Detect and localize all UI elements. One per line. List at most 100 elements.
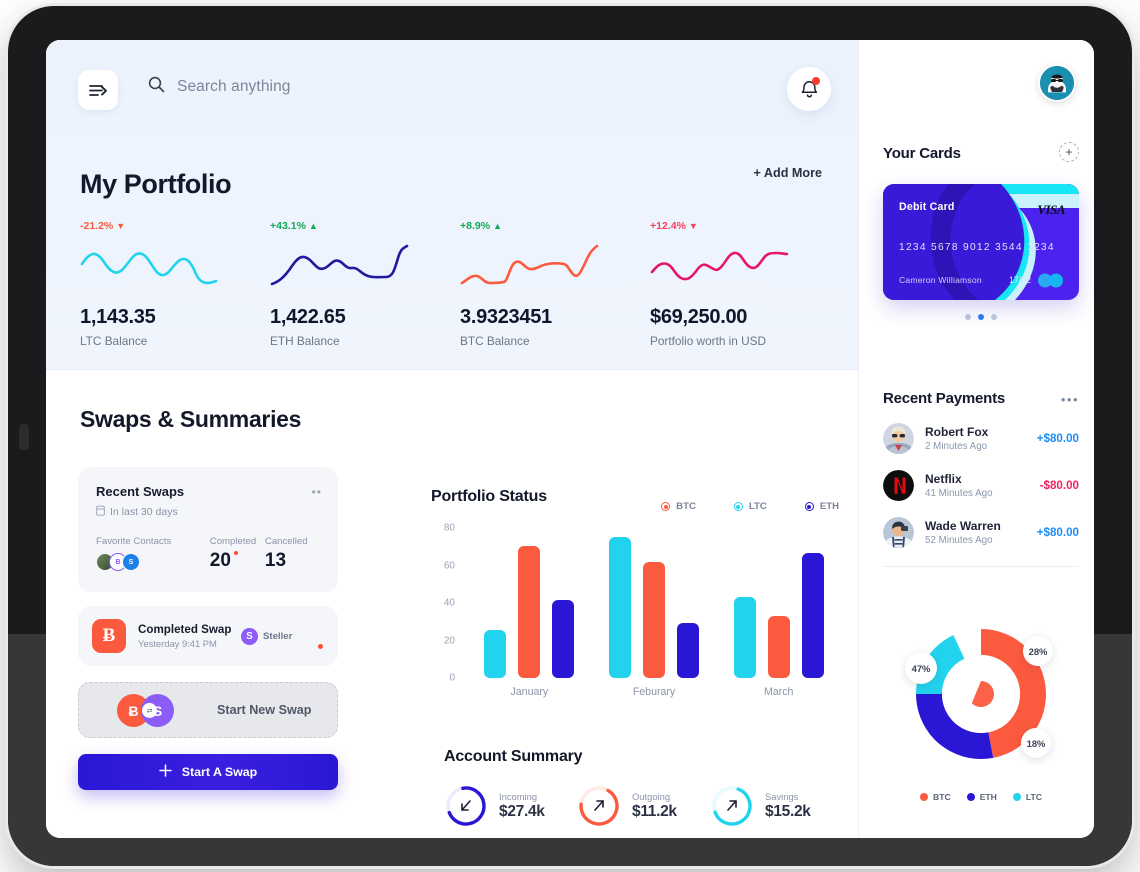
carousel-dot[interactable] <box>991 314 997 320</box>
recent-payments-title: Recent Payments <box>883 390 1006 407</box>
chart-plot-area: 80 60 40 20 0 January Feburary March <box>431 523 841 708</box>
y-tick: 0 <box>449 672 455 684</box>
stat-change-value: +43.1% <box>270 220 306 232</box>
card-expiry: 17/12 <box>1008 275 1031 285</box>
contact-avatars[interactable]: B S <box>96 553 210 571</box>
start-a-swap-button[interactable]: Start A Swap <box>78 754 338 790</box>
status-dot <box>233 551 238 555</box>
right-sidebar: Your Cards + Debit Card VISA 1234 5678 9… <box>858 40 1094 838</box>
card-holder-name: Cameron Williamson <box>899 275 982 285</box>
legend-item-eth[interactable]: ETH <box>804 501 839 512</box>
donut-label-ltc: 18% <box>1021 728 1051 758</box>
credit-card[interactable]: Debit Card VISA 1234 5678 9012 3544 1234… <box>883 184 1079 300</box>
plus-icon <box>158 764 172 780</box>
summary-item-savings[interactable]: Savings $15.2k <box>710 784 843 828</box>
stat-card-btc[interactable]: +8.9% ▲ 3.9323451 BTC Balance <box>460 220 650 348</box>
avatar <box>883 517 914 548</box>
progress-ring <box>444 784 488 828</box>
stat-change-value: -21.2% <box>80 220 114 232</box>
summary-item-outgoing[interactable]: Outgoing $11.2k <box>577 784 710 828</box>
stat-card-usd[interactable]: +12.4% ▼ $69,250.00 Portfolio worth in U… <box>650 220 840 348</box>
payment-row[interactable]: Netflix 41 Minutes Ago -$80.00 <box>883 470 1079 501</box>
stat-value: 3.9323451 <box>460 306 552 328</box>
card-number: 1234 5678 9012 3544 1234 <box>899 242 1055 253</box>
add-more-button[interactable]: + Add More <box>754 166 822 180</box>
stat-card-ltc[interactable]: -21.2% ▼ 1,143.35 LTC Balance <box>80 220 270 348</box>
search-input[interactable] <box>177 78 437 96</box>
bar-ltc[interactable] <box>484 630 507 678</box>
payment-name: Netflix <box>925 472 962 486</box>
trend-down-icon: ▼ <box>688 221 698 231</box>
bar-eth[interactable] <box>552 600 575 678</box>
summary-item-incoming[interactable]: Incoming $27.4k <box>444 784 577 828</box>
y-tick: 60 <box>443 560 455 571</box>
payment-name: Robert Fox <box>925 425 989 439</box>
donut-label-text: 28% <box>1028 645 1048 657</box>
card-type-label: Debit Card <box>899 201 955 213</box>
avatar <box>883 423 914 454</box>
recent-swaps-subtitle-text: In last 30 days <box>110 506 178 518</box>
donut-legend-ltc[interactable]: LTC <box>1012 792 1042 802</box>
donut-label-text: 18% <box>1026 737 1046 749</box>
swap-arrow-icon: ⇄ <box>142 703 157 718</box>
more-dots-icon[interactable]: •• <box>312 485 322 499</box>
summary-texts: Savings $15.2k <box>765 791 811 821</box>
more-dots-icon[interactable]: ••• <box>1061 392 1079 407</box>
legend-swatch <box>661 502 671 511</box>
bar-btc[interactable] <box>767 616 790 678</box>
menu-arrow-icon[interactable] <box>78 70 118 110</box>
divider <box>883 566 1079 567</box>
donut-svg <box>916 629 1046 759</box>
bar-eth[interactable] <box>677 623 699 678</box>
legend-label: ETH <box>979 792 997 802</box>
plus-circle-icon[interactable]: + <box>1059 142 1079 162</box>
carousel-dot[interactable] <box>965 314 971 320</box>
donut-wrap: 47% 28% 18% <box>883 612 1079 782</box>
arrow-up-right-icon <box>594 800 604 811</box>
cancelled-value: 13 <box>264 550 287 571</box>
user-avatar[interactable] <box>1038 64 1076 102</box>
x-tick: Feburary <box>632 686 676 698</box>
x-tick: January <box>510 686 549 698</box>
start-new-swap-label: Start New Swap <box>217 703 312 717</box>
app-screen: My Portfolio + Add More -21.2% ▼ 1,143.3… <box>46 40 1094 838</box>
y-tick: 20 <box>443 635 455 646</box>
legend-item-btc[interactable]: BTC <box>661 501 696 512</box>
completed-stat: Completed 20 <box>210 536 265 572</box>
donut-legend-eth[interactable]: ETH <box>966 792 997 802</box>
legend-item-ltc[interactable]: LTC <box>733 501 767 512</box>
donut-legend-btc[interactable]: BTC <box>920 792 951 802</box>
stat-change: +8.9% ▲ <box>460 220 650 232</box>
completed-swap-title: Completed Swap <box>138 622 232 636</box>
sparkline-btc <box>460 244 599 285</box>
bar-ltc[interactable] <box>609 536 631 678</box>
payment-time: 52 Minutes Ago <box>925 535 993 546</box>
tablet-side-button <box>19 424 29 450</box>
stat-change-value: +12.4% <box>650 220 686 232</box>
completed-swap-row[interactable]: Ƀ Completed Swap Yesterday 9:41 PM S Ste… <box>78 606 338 666</box>
notification-bell-button[interactable] <box>787 67 831 111</box>
bar-group-january <box>467 528 592 678</box>
payment-row[interactable]: Robert Fox 2 Minutes Ago +$80.00 <box>883 423 1079 454</box>
donut-label-text: 47% <box>911 662 931 674</box>
bar-eth[interactable] <box>801 552 824 678</box>
bar-btc[interactable] <box>643 561 665 678</box>
bar-btc[interactable] <box>518 545 541 678</box>
stat-card-eth[interactable]: +43.1% ▲ 1,422.65 ETH Balance <box>270 220 460 348</box>
recent-swaps-stats: Favorite Contacts B S Completed 20 Cance… <box>96 536 320 572</box>
legend-swatch <box>1012 793 1021 801</box>
calendar-icon <box>96 505 105 519</box>
legend-label: LTC <box>748 501 767 512</box>
favorite-contacts-label: Favorite Contacts <box>96 536 172 547</box>
stat-value: 1,422.65 <box>270 306 346 328</box>
payment-row[interactable]: Wade Warren 52 Minutes Ago +$80.00 <box>883 517 1079 548</box>
summary-caption: Savings <box>765 791 799 802</box>
legend-swatch <box>733 502 743 511</box>
payment-info: Netflix 41 Minutes Ago <box>925 472 1040 499</box>
bar-ltc[interactable] <box>733 596 756 678</box>
search-bar[interactable] <box>148 76 437 98</box>
carousel-dot-active[interactable] <box>978 314 984 320</box>
start-new-swap-dropzone[interactable]: Ƀ ⇄ S Start New Swap <box>78 682 338 738</box>
stat-change: -21.2% ▼ <box>80 220 270 232</box>
payment-info: Robert Fox 2 Minutes Ago <box>925 425 1037 452</box>
